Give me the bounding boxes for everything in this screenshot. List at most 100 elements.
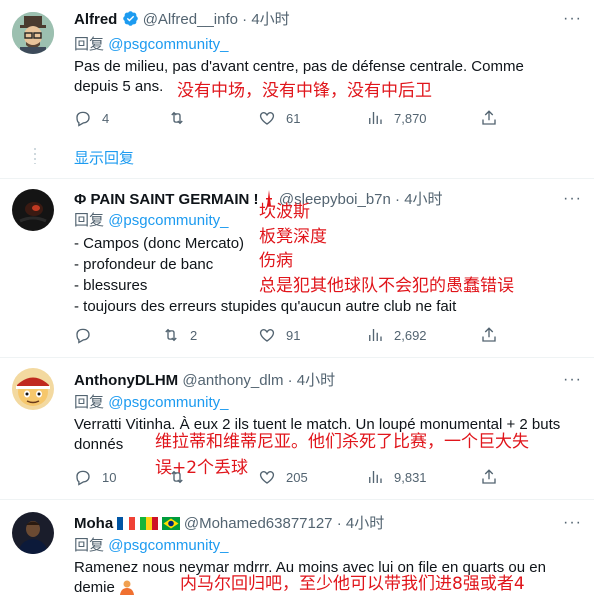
reply-count: 4 bbox=[102, 110, 110, 126]
display-name[interactable]: AnthonyDLHM bbox=[74, 372, 178, 389]
reply-icon bbox=[76, 111, 90, 127]
views-button[interactable]: 7,870 bbox=[366, 109, 427, 127]
share-icon bbox=[482, 327, 496, 342]
timestamp[interactable]: 4小时 bbox=[297, 372, 335, 389]
timestamp[interactable]: 4小时 bbox=[346, 515, 384, 532]
retweet-count: 2 bbox=[190, 327, 198, 343]
reply-context: 回复 @psgcommunity_ bbox=[74, 536, 228, 556]
tweet-moha[interactable]: Moha @Mohamed63877127 · 4小时 ··· 回复 @psgc… bbox=[0, 500, 594, 610]
views-chart-icon bbox=[369, 329, 382, 341]
flag-france-icon bbox=[117, 517, 136, 530]
tweet-text-word: demie bbox=[74, 579, 115, 596]
annotation-line: 维拉蒂和维蒂尼亚。他们杀死了比赛，一个巨大失 bbox=[155, 432, 529, 452]
reply-context: 回复 @psgcommunity_ bbox=[74, 35, 228, 55]
retweet-icon bbox=[165, 328, 177, 342]
reply-label: 回复 bbox=[74, 212, 105, 229]
reply-count: 10 bbox=[102, 469, 117, 485]
views-chart-icon bbox=[369, 471, 382, 483]
reply-context: 回复 @psgcommunity_ bbox=[74, 393, 228, 413]
tweet-header: Alfred @Alfred__info · 4小时 bbox=[74, 10, 290, 30]
views-count: 2,692 bbox=[394, 327, 427, 343]
more-options-icon[interactable]: ··· bbox=[563, 371, 582, 389]
flag-mali-icon bbox=[139, 517, 158, 530]
flag-brazil-icon bbox=[161, 517, 180, 530]
retweet-button[interactable] bbox=[168, 109, 196, 127]
avatar[interactable] bbox=[12, 189, 54, 231]
like-button[interactable]: 91 bbox=[258, 326, 300, 344]
tweet-text-line: - toujours des erreurs stupides qu'aucun… bbox=[74, 298, 457, 315]
tweet-anthonydlhm[interactable]: AnthonyDLHM @anthony_dlm · 4小时 ··· 回复 @p… bbox=[0, 358, 594, 499]
views-count: 7,870 bbox=[394, 110, 427, 126]
tweet-actions: 10 205 9,831 bbox=[74, 468, 574, 488]
display-name[interactable]: Φ PAIN SAINT GERMAIN ! bbox=[74, 191, 259, 208]
annotation-line: 总是犯其他球队不会犯的愚蠢错误 bbox=[259, 275, 514, 296]
tweet-pain-saint-germain[interactable]: Φ PAIN SAINT GERMAIN ! @sleepyboi_b7n · … bbox=[0, 179, 594, 357]
avatar-cartoon-icon bbox=[12, 368, 54, 410]
verified-badge-icon bbox=[122, 11, 138, 26]
reply-icon bbox=[76, 470, 90, 486]
reply-to-link[interactable]: @psgcommunity_ bbox=[108, 537, 228, 554]
views-button[interactable]: 9,831 bbox=[366, 468, 427, 486]
reply-label: 回复 bbox=[74, 537, 105, 554]
person-shrugging-emoji-icon bbox=[120, 580, 135, 595]
like-button[interactable]: 205 bbox=[258, 468, 308, 486]
translation-annotation: 坎波斯 板凳深度 伤病 总是犯其他球队不会犯的愚蠢错误 bbox=[259, 200, 514, 298]
tweet-actions: 4 61 7,870 bbox=[74, 109, 574, 129]
display-name[interactable]: Alfred bbox=[74, 11, 117, 28]
share-icon bbox=[482, 110, 496, 125]
share-button[interactable] bbox=[480, 109, 498, 127]
reply-to-link[interactable]: @psgcommunity_ bbox=[108, 36, 228, 53]
reply-to-link[interactable]: @psgcommunity_ bbox=[108, 212, 228, 229]
avatar-illustration-icon bbox=[12, 12, 54, 54]
avatar[interactable] bbox=[12, 12, 54, 54]
annotation-line: 伤病 bbox=[259, 251, 293, 271]
avatar[interactable] bbox=[12, 368, 54, 410]
retweet-button[interactable]: 2 bbox=[162, 326, 197, 344]
like-count: 91 bbox=[286, 327, 301, 343]
display-name[interactable]: Moha bbox=[74, 515, 113, 532]
reply-label: 回复 bbox=[74, 394, 105, 411]
tweet-header: AnthonyDLHM @anthony_dlm · 4小时 bbox=[74, 371, 335, 391]
reply-to-link[interactable]: @psgcommunity_ bbox=[108, 394, 228, 411]
retweet-button[interactable] bbox=[168, 468, 196, 486]
more-options-icon[interactable]: ··· bbox=[563, 514, 582, 532]
retweet-icon bbox=[171, 111, 183, 125]
annotation-line: 板凳深度 bbox=[259, 226, 327, 247]
translation-annotation: 内马尔回归吧，至少他可以带我们进8强或者4 bbox=[180, 574, 525, 594]
share-button[interactable] bbox=[480, 326, 498, 344]
retweet-icon bbox=[171, 470, 183, 484]
heart-icon bbox=[259, 329, 275, 342]
like-button[interactable]: 61 bbox=[258, 109, 300, 127]
separator-dot: · bbox=[242, 11, 248, 28]
reply-button[interactable] bbox=[74, 326, 102, 344]
heart-icon bbox=[259, 471, 275, 484]
timestamp[interactable]: 4小时 bbox=[251, 11, 289, 28]
heart-icon bbox=[259, 112, 275, 125]
share-icon bbox=[482, 469, 496, 484]
reply-button[interactable]: 4 bbox=[74, 109, 109, 127]
user-handle[interactable]: @Alfred__info bbox=[143, 11, 238, 28]
share-button[interactable] bbox=[480, 468, 498, 486]
reply-context: 回复 @psgcommunity_ bbox=[74, 211, 228, 231]
more-options-icon[interactable]: ··· bbox=[563, 10, 582, 28]
separator-dot: · bbox=[336, 515, 342, 532]
views-button[interactable]: 2,692 bbox=[366, 326, 427, 344]
views-chart-icon bbox=[369, 112, 382, 124]
like-count: 61 bbox=[286, 110, 301, 126]
tweet-header: Moha @Mohamed63877127 · 4小时 bbox=[74, 514, 384, 534]
views-count: 9,831 bbox=[394, 469, 427, 485]
user-handle[interactable]: @Mohamed63877127 bbox=[184, 515, 333, 532]
thread-connector bbox=[34, 148, 36, 164]
tweet-alfred[interactable]: Alfred @Alfred__info · 4小时 ··· 回复 @psgco… bbox=[0, 0, 594, 178]
reply-label: 回复 bbox=[74, 36, 105, 53]
reply-icon bbox=[76, 328, 90, 344]
more-options-icon[interactable]: ··· bbox=[563, 190, 582, 208]
reply-button[interactable]: 10 bbox=[74, 468, 116, 486]
avatar[interactable] bbox=[12, 512, 54, 554]
show-replies-link[interactable]: 显示回复 bbox=[74, 147, 134, 168]
tweet-actions: 2 91 2,692 bbox=[74, 326, 574, 346]
separator-dot: · bbox=[287, 372, 293, 389]
annotation-line: 坎波斯 bbox=[259, 202, 310, 222]
user-handle[interactable]: @anthony_dlm bbox=[182, 372, 283, 389]
avatar-dark-icon bbox=[12, 189, 54, 231]
